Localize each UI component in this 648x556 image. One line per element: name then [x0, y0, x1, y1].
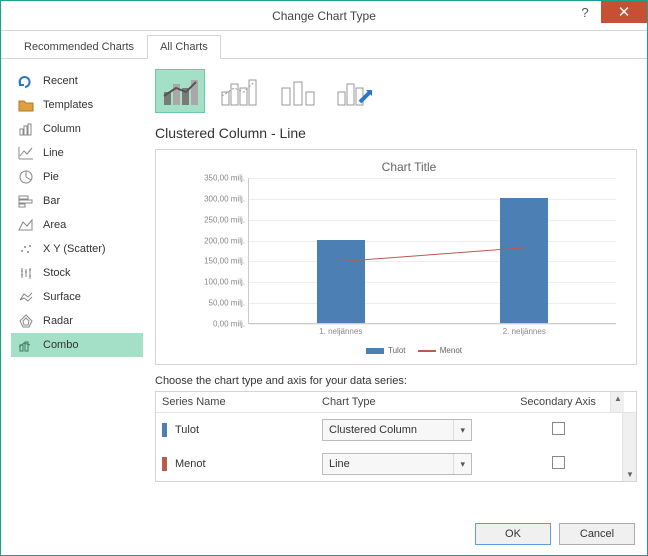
titlebar: Change Chart Type ? ✕ [1, 1, 647, 31]
bar-icon [17, 193, 35, 209]
chart-type-select[interactable]: Clustered Column▾ [322, 419, 472, 441]
chart-category-list: Recent Templates Column Line Pie Bar [11, 69, 143, 509]
series-row: Tulot Clustered Column▾ [156, 413, 622, 447]
col-header-chart-type: Chart Type [316, 392, 506, 412]
subtype-stacked-area-column[interactable] [271, 69, 321, 113]
series-swatch [162, 423, 167, 437]
scatter-icon [17, 241, 35, 257]
chart-plot-area: 0,00 milj.50,00 milj.100,00 milj.150,00 … [248, 178, 616, 324]
sidebar-item-surface[interactable]: Surface [11, 285, 143, 309]
sidebar-item-templates[interactable]: Templates [11, 93, 143, 117]
templates-icon [17, 97, 35, 113]
series-row: Menot Line▾ [156, 447, 622, 481]
surface-icon [17, 289, 35, 305]
column-icon [17, 121, 35, 137]
sidebar-item-label: Stock [43, 267, 71, 279]
sidebar-item-label: Column [43, 123, 81, 135]
tab-all-charts[interactable]: All Charts [147, 35, 221, 59]
change-chart-type-dialog: Change Chart Type ? ✕ Recommended Charts… [0, 0, 648, 556]
close-button[interactable]: ✕ [601, 1, 647, 23]
combo-icon [17, 337, 35, 353]
chevron-down-icon: ▾ [453, 454, 465, 474]
sidebar-item-label: Recent [43, 75, 78, 87]
sidebar-item-combo[interactable]: Combo [11, 333, 143, 357]
stock-icon [17, 265, 35, 281]
secondary-axis-checkbox[interactable] [552, 422, 565, 435]
tab-strip: Recommended Charts All Charts [1, 31, 647, 59]
sidebar-item-label: Bar [43, 195, 60, 207]
chart-preview: Chart Title 0,00 milj.50,00 milj.100,00 … [155, 149, 637, 365]
chart-legend: Tulot Menot [192, 346, 626, 355]
chart-title: Chart Title [192, 160, 626, 174]
legend-swatch-tulot [366, 348, 384, 354]
area-icon [17, 217, 35, 233]
sidebar-item-column[interactable]: Column [11, 117, 143, 141]
tab-recommended-charts[interactable]: Recommended Charts [11, 35, 147, 59]
radar-icon [17, 313, 35, 329]
sidebar-item-label: Line [43, 147, 64, 159]
sidebar-item-pie[interactable]: Pie [11, 165, 143, 189]
series-swatch [162, 457, 167, 471]
sidebar-item-area[interactable]: Area [11, 213, 143, 237]
sidebar-item-scatter[interactable]: X Y (Scatter) [11, 237, 143, 261]
sidebar-item-label: X Y (Scatter) [43, 243, 106, 255]
chart-type-select[interactable]: Line▾ [322, 453, 472, 475]
sidebar-item-bar[interactable]: Bar [11, 189, 143, 213]
sidebar-item-label: Combo [43, 339, 78, 351]
col-header-series-name: Series Name [156, 392, 316, 412]
cancel-button[interactable]: Cancel [559, 523, 635, 545]
window-title: Change Chart Type [1, 9, 647, 23]
line-icon [17, 145, 35, 161]
sidebar-item-label: Radar [43, 315, 73, 327]
sidebar-item-radar[interactable]: Radar [11, 309, 143, 333]
subtype-title: Clustered Column - Line [155, 125, 637, 141]
sidebar-item-label: Pie [43, 171, 59, 183]
series-table: Series Name Chart Type Secondary Axis ▲ … [155, 391, 637, 482]
sidebar-item-recent[interactable]: Recent [11, 69, 143, 93]
series-section-header: Choose the chart type and axis for your … [155, 375, 637, 387]
subtype-custom-combo[interactable] [329, 69, 379, 113]
recent-icon [17, 73, 35, 89]
col-header-secondary-axis: Secondary Axis [506, 392, 610, 412]
help-button[interactable]: ? [569, 1, 601, 23]
sidebar-item-line[interactable]: Line [11, 141, 143, 165]
subtype-clustered-column-line[interactable] [155, 69, 205, 113]
scroll-down-icon[interactable]: ▼ [626, 470, 634, 479]
sidebar-item-label: Surface [43, 291, 81, 303]
sidebar-item-label: Templates [43, 99, 93, 111]
ok-button[interactable]: OK [475, 523, 551, 545]
scroll-up-icon[interactable]: ▲ [614, 394, 622, 403]
subtype-clustered-column-line-secondary[interactable] [213, 69, 263, 113]
sidebar-item-label: Area [43, 219, 66, 231]
pie-icon [17, 169, 35, 185]
chevron-down-icon: ▾ [453, 420, 465, 440]
sidebar-item-stock[interactable]: Stock [11, 261, 143, 285]
combo-subtype-row [155, 69, 637, 113]
legend-swatch-menot [418, 350, 436, 352]
secondary-axis-checkbox[interactable] [552, 456, 565, 469]
